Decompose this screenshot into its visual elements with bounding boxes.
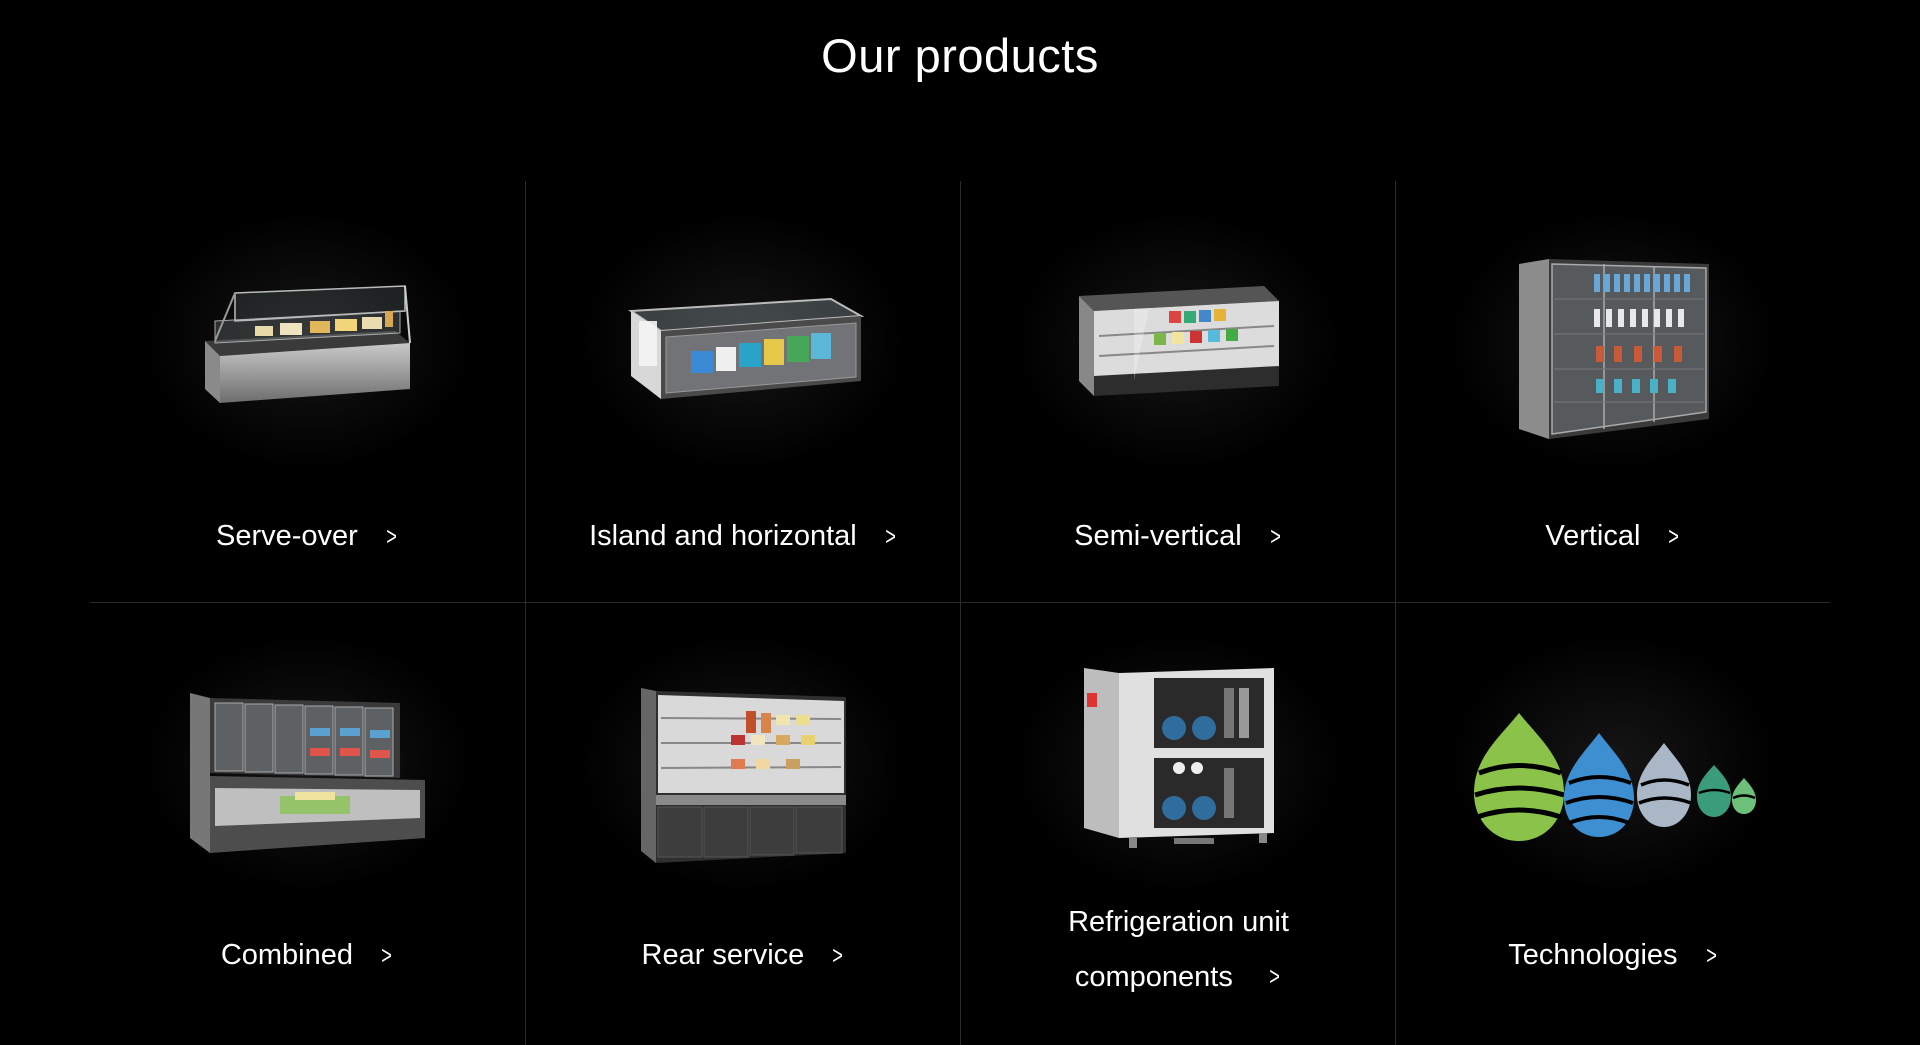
product-label: Combined bbox=[220, 939, 353, 971]
vertical-cabinet-image bbox=[1456, 231, 1771, 461]
products-grid: Serve-over > Island and horizontal > Sem… bbox=[90, 181, 1830, 1045]
chevron-right-icon: > bbox=[1269, 961, 1280, 991]
chevron-right-icon: > bbox=[1668, 521, 1680, 551]
island-freezer-image bbox=[586, 231, 901, 461]
product-label: Rear service bbox=[641, 939, 805, 971]
page-title: Our products bbox=[821, 29, 1099, 82]
product-label: Island and horizontal bbox=[589, 520, 857, 552]
product-label-line2: components bbox=[1074, 961, 1233, 993]
chevron-right-icon: > bbox=[386, 521, 397, 551]
product-label: Serve-over bbox=[215, 520, 358, 552]
product-label: Vertical bbox=[1545, 520, 1641, 552]
rear-service-case-image bbox=[586, 658, 901, 888]
semi-vertical-case-image bbox=[1021, 231, 1336, 461]
product-card-technologies[interactable]: Technologies > bbox=[1395, 603, 1830, 1045]
product-label: Semi-vertical bbox=[1074, 520, 1242, 552]
chevron-right-icon: > bbox=[884, 521, 896, 551]
product-card-combined[interactable]: Combined > bbox=[90, 603, 525, 1045]
product-label: Technologies bbox=[1508, 939, 1678, 971]
chevron-right-icon: > bbox=[832, 940, 844, 970]
product-card-semi-vertical[interactable]: Semi-vertical > bbox=[960, 181, 1395, 603]
product-card-rear-service[interactable]: Rear service > bbox=[525, 603, 960, 1045]
product-card-refrigeration-unit-components[interactable]: Refrigeration unit components > bbox=[960, 603, 1395, 1045]
chevron-right-icon: > bbox=[1269, 521, 1281, 551]
products-page: Our products Serve-over > Island and hor… bbox=[0, 0, 1920, 1045]
refrigeration-unit-image bbox=[1021, 643, 1336, 873]
chevron-right-icon: > bbox=[1705, 940, 1717, 970]
combined-case-image bbox=[150, 658, 465, 888]
product-card-vertical[interactable]: Vertical > bbox=[1395, 181, 1830, 603]
product-card-island-and-horizontal[interactable]: Island and horizontal > bbox=[525, 181, 960, 603]
eco-technologies-logo bbox=[1456, 663, 1771, 893]
serve-over-counter-image bbox=[150, 231, 465, 461]
product-label-line1: Refrigeration unit bbox=[1068, 906, 1289, 938]
product-card-serve-over[interactable]: Serve-over > bbox=[90, 181, 525, 603]
chevron-right-icon: > bbox=[381, 940, 392, 970]
